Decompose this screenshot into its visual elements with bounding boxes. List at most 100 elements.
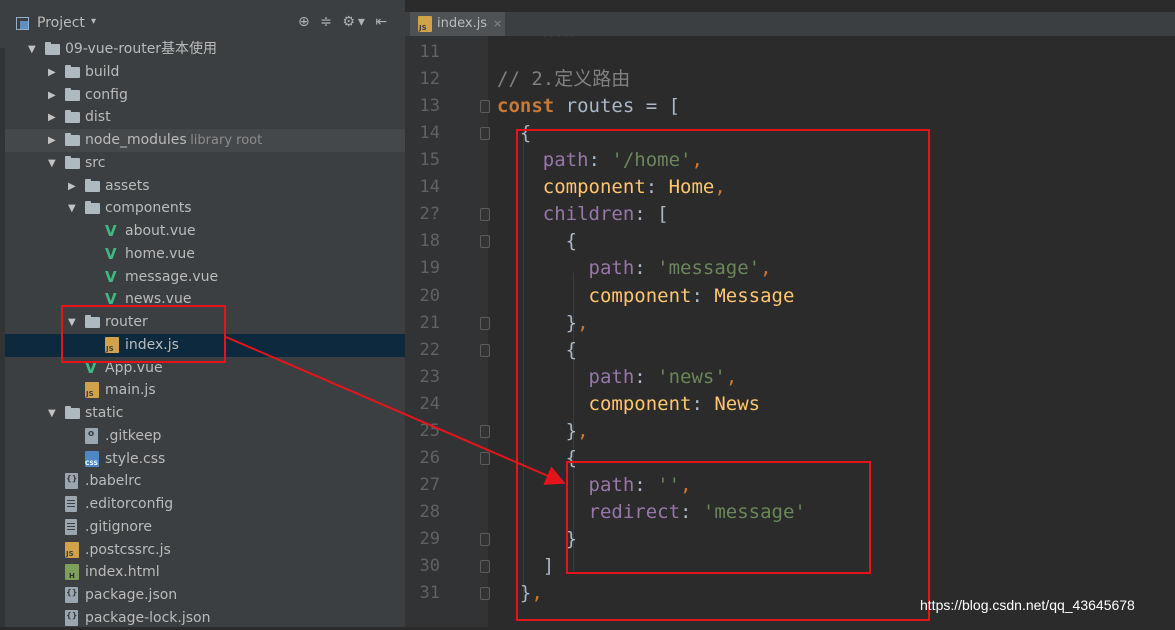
chevron-down-icon[interactable]: ▾ — [91, 16, 96, 27]
code-token: const — [497, 95, 555, 118]
code-token: routes = [ — [554, 95, 681, 118]
tree-item-label: .editorconfig — [85, 496, 174, 512]
editor-tab-bar: index.js × — [405, 12, 1175, 36]
text-file-icon — [65, 496, 77, 512]
tree-item-label: .gitignore — [85, 518, 152, 535]
folder-icon — [85, 178, 100, 192]
tree-item[interactable]: main.js — [5, 379, 405, 402]
tree-item[interactable]: index.html — [5, 561, 405, 584]
tree-item[interactable]: ▶ dist — [5, 106, 405, 129]
fold-marker-icon[interactable] — [480, 100, 490, 114]
js-file-icon — [85, 382, 99, 399]
tree-item[interactable]: ▼ components — [5, 197, 405, 220]
tree-item-label: dist — [85, 109, 111, 126]
watermark-text: https://blog.csdn.net/qq_43645678 — [920, 597, 1135, 613]
fold-marker-icon[interactable] — [480, 127, 490, 141]
code-line[interactable]: 11 — [405, 39, 1175, 66]
fold-marker-icon[interactable] — [480, 208, 490, 222]
code-token: // 2.定义路由 — [497, 68, 631, 91]
tree-item[interactable]: ▼ src — [5, 152, 405, 175]
code-text: // 2.定义路由 — [497, 66, 630, 93]
tree-item[interactable]: ▼ static — [5, 402, 405, 425]
tree-item[interactable]: .postcssrc.js — [5, 539, 405, 562]
config-file-icon — [65, 609, 78, 626]
expand-arrow-icon[interactable]: ▼ — [48, 152, 56, 175]
code-line[interactable]: 13 const routes = [ — [405, 93, 1175, 120]
close-tab-icon[interactable]: × — [493, 12, 502, 36]
annotation-box-redirect — [566, 461, 871, 574]
fold-marker-icon[interactable] — [480, 532, 490, 546]
fold-marker-icon[interactable] — [480, 451, 490, 465]
fold-marker-icon[interactable] — [480, 316, 490, 330]
line-number: 27 — [419, 474, 440, 495]
line-number: 2? — [419, 204, 440, 225]
tree-item[interactable]: package.json — [5, 584, 405, 607]
line-number: 31 — [419, 583, 440, 604]
line-number: 11 — [419, 42, 440, 63]
annotation-box-router-folder — [61, 305, 226, 363]
tree-item[interactable]: ▶ node_modules library root — [5, 129, 405, 152]
tree-item-label: static — [85, 405, 124, 421]
tab-index-js[interactable]: index.js × — [410, 12, 505, 36]
tree-item-label: .gitkeep — [105, 427, 162, 444]
fold-marker-icon[interactable] — [480, 235, 490, 249]
line-number: 18 — [419, 231, 440, 252]
tab-label: index.js — [437, 16, 488, 31]
vue-file-icon: V — [105, 267, 117, 286]
tree-item[interactable]: .babelrc — [5, 470, 405, 493]
tree-item-label: components — [105, 200, 192, 217]
collapse-arrow-icon[interactable]: ▶ — [48, 129, 56, 152]
line-number: 20 — [419, 285, 440, 306]
tree-item[interactable]: .gitignore — [5, 516, 405, 539]
collapse-arrow-icon[interactable]: ▶ — [48, 84, 56, 107]
tree-item[interactable]: .editorconfig — [5, 493, 405, 516]
project-view-icon — [16, 17, 29, 30]
line-number: 22 — [419, 339, 440, 360]
tree-item[interactable]: ▶ assets — [5, 175, 405, 198]
tree-item[interactable]: ▶ config — [5, 84, 405, 107]
tree-item[interactable]: package-lock.json — [5, 607, 405, 630]
vue-file-icon: V — [105, 222, 117, 240]
tree-item-label: message.vue — [125, 268, 219, 285]
expand-arrow-icon[interactable]: ▼ — [28, 38, 36, 61]
tree-item-label: home.vue — [125, 245, 195, 262]
code-line[interactable]: 12 // 2.定义路由 — [405, 66, 1175, 93]
folder-icon — [65, 110, 80, 124]
line-number: 19 — [419, 258, 440, 279]
line-number: 12 — [419, 69, 440, 90]
collapse-arrow-icon[interactable]: ▶ — [48, 106, 56, 129]
fold-marker-icon[interactable] — [480, 587, 490, 601]
tree-item-label: build — [85, 63, 120, 80]
tree-item[interactable]: ▼ 09-vue-router基本使用 — [5, 38, 405, 61]
tree-item-label: style.css — [105, 450, 166, 467]
expand-arrow-icon[interactable]: ▼ — [68, 197, 76, 220]
tree-item-label: 09-vue-router基本使用 — [65, 41, 218, 57]
html-file-icon — [65, 564, 79, 581]
folder-icon — [45, 42, 60, 55]
line-number: 24 — [419, 393, 440, 414]
tree-item[interactable]: Vhome.vue — [5, 243, 405, 266]
tree-item-label: main.js — [105, 382, 156, 399]
tree-item-label: index.html — [85, 564, 160, 581]
tree-item[interactable]: style.css — [5, 448, 405, 471]
tree-item[interactable]: Vmessage.vue — [5, 266, 405, 289]
collapse-arrow-icon[interactable]: ▶ — [48, 61, 56, 84]
fold-marker-icon[interactable] — [480, 560, 490, 573]
project-view-title[interactable]: Project — [37, 15, 85, 31]
text-file-icon — [65, 518, 77, 535]
js-file-icon — [65, 541, 79, 558]
css-file-icon — [85, 450, 99, 467]
fold-marker-icon[interactable] — [480, 424, 490, 438]
line-number: 23 — [419, 366, 440, 387]
tree-item[interactable]: Vabout.vue — [5, 220, 405, 243]
expand-arrow-icon[interactable]: ▼ — [48, 402, 56, 425]
line-number: 28 — [419, 501, 440, 522]
collapse-arrow-icon[interactable]: ▶ — [68, 175, 76, 198]
tree-item[interactable]: ▶ build — [5, 61, 405, 84]
tree-item[interactable]: .gitkeep — [5, 425, 405, 448]
project-panel-toolbar[interactable]: ⊕ ≑ ⚙▾ ⇤ — [298, 14, 390, 30]
tree-item-label: .babelrc — [85, 473, 142, 490]
fold-marker-icon[interactable] — [480, 343, 490, 357]
tree-item-label: about.vue — [125, 223, 196, 239]
tree-item-note: library root — [190, 133, 263, 148]
